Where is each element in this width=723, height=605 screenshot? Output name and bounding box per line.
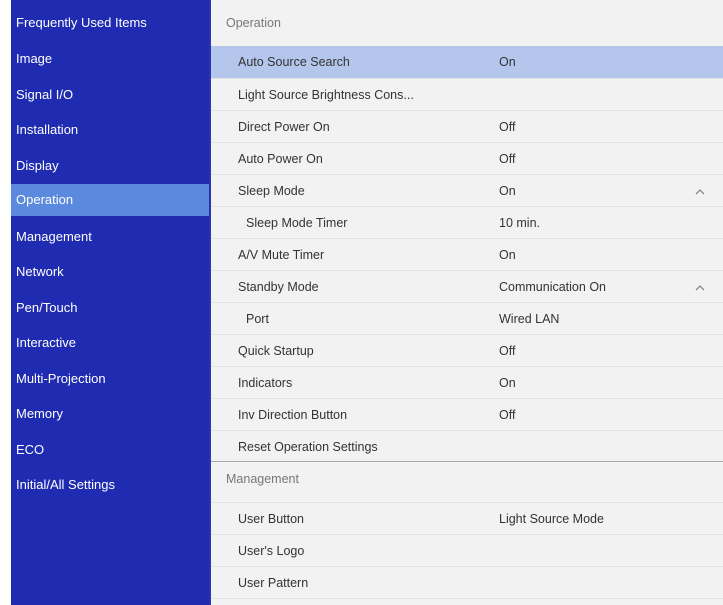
section-divider: [211, 461, 723, 462]
menu-row-light-source-brightness[interactable]: Light Source Brightness Cons...: [211, 78, 723, 110]
row-value: Off: [499, 408, 516, 422]
menu-row-partial: [211, 598, 723, 605]
row-value: Off: [499, 344, 516, 358]
row-label: Reset Operation Settings: [238, 440, 378, 454]
menu-row-sleep-mode-timer[interactable]: Sleep Mode Timer 10 min.: [211, 206, 723, 238]
row-label: Light Source Brightness Cons...: [238, 88, 414, 102]
sidebar-item-memory[interactable]: Memory: [11, 398, 209, 430]
row-label: User Button: [238, 512, 305, 526]
sidebar-item-image[interactable]: Image: [11, 43, 209, 75]
row-value: 10 min.: [499, 216, 540, 230]
menu-row-sleep-mode[interactable]: Sleep Mode On: [211, 174, 723, 206]
sidebar-item-installation[interactable]: Installation: [11, 114, 209, 146]
sidebar-item-interactive[interactable]: Interactive: [11, 327, 209, 359]
menu-row-quick-startup[interactable]: Quick Startup Off: [211, 334, 723, 366]
row-value: Light Source Mode: [499, 512, 604, 526]
sidebar-item-initial-all-settings[interactable]: Initial/All Settings: [11, 469, 209, 501]
menu-row-standby-mode[interactable]: Standby Mode Communication On: [211, 270, 723, 302]
menu-row-port[interactable]: Port Wired LAN: [211, 302, 723, 334]
menu-row-direct-power-on[interactable]: Direct Power On Off: [211, 110, 723, 142]
row-label: Sleep Mode: [238, 184, 305, 198]
row-label: User's Logo: [238, 544, 305, 558]
menu-row-users-logo[interactable]: User's Logo: [211, 534, 723, 566]
row-label: Inv Direction Button: [238, 408, 348, 422]
section-header-operation: Operation: [226, 16, 281, 30]
menu-row-auto-power-on[interactable]: Auto Power On Off: [211, 142, 723, 174]
row-label: Auto Power On: [238, 152, 323, 166]
sidebar: Frequently Used Items Image Signal I/O I…: [11, 0, 209, 605]
sidebar-item-signal-io[interactable]: Signal I/O: [11, 79, 209, 111]
row-value: On: [499, 248, 516, 262]
menu-row-av-mute-timer[interactable]: A/V Mute Timer On: [211, 238, 723, 270]
row-label: Indicators: [238, 376, 293, 390]
menu-row-indicators[interactable]: Indicators On: [211, 366, 723, 398]
menu-row-reset-operation-settings[interactable]: Reset Operation Settings: [211, 430, 723, 462]
row-label: Quick Startup: [238, 344, 314, 358]
sidebar-item-frequently-used[interactable]: Frequently Used Items: [11, 7, 209, 39]
sidebar-item-network[interactable]: Network: [11, 256, 209, 288]
sidebar-item-operation[interactable]: Operation: [11, 184, 209, 216]
row-label: Sleep Mode Timer: [246, 216, 348, 230]
row-value: On: [499, 184, 516, 198]
sidebar-item-management[interactable]: Management: [11, 221, 209, 253]
sidebar-item-eco[interactable]: ECO: [11, 434, 209, 466]
row-label: Standby Mode: [238, 280, 319, 294]
menu-row-user-pattern[interactable]: User Pattern: [211, 566, 723, 598]
row-value: Communication On: [499, 280, 606, 294]
settings-panel: Operation Auto Source Search On Light So…: [211, 0, 723, 605]
sidebar-item-display[interactable]: Display: [11, 150, 209, 182]
row-label: A/V Mute Timer: [238, 248, 325, 262]
row-value: Off: [499, 120, 516, 134]
row-value: Wired LAN: [499, 312, 560, 326]
sidebar-item-multi-projection[interactable]: Multi-Projection: [11, 363, 209, 395]
row-label: User Pattern: [238, 576, 309, 590]
row-value: On: [499, 55, 516, 69]
row-label: Direct Power On: [238, 120, 330, 134]
section-header-management: Management: [226, 472, 299, 486]
menu-row-auto-source-search[interactable]: Auto Source Search On: [211, 46, 723, 78]
chevron-up-icon[interactable]: [695, 283, 705, 293]
row-value: Off: [499, 152, 516, 166]
row-value: On: [499, 376, 516, 390]
menu-row-inv-direction-button[interactable]: Inv Direction Button Off: [211, 398, 723, 430]
row-label: Port: [246, 312, 269, 326]
chevron-up-icon[interactable]: [695, 187, 705, 197]
sidebar-item-pen-touch[interactable]: Pen/Touch: [11, 292, 209, 324]
row-label: Auto Source Search: [238, 55, 350, 69]
menu-row-user-button[interactable]: User Button Light Source Mode: [211, 502, 723, 534]
